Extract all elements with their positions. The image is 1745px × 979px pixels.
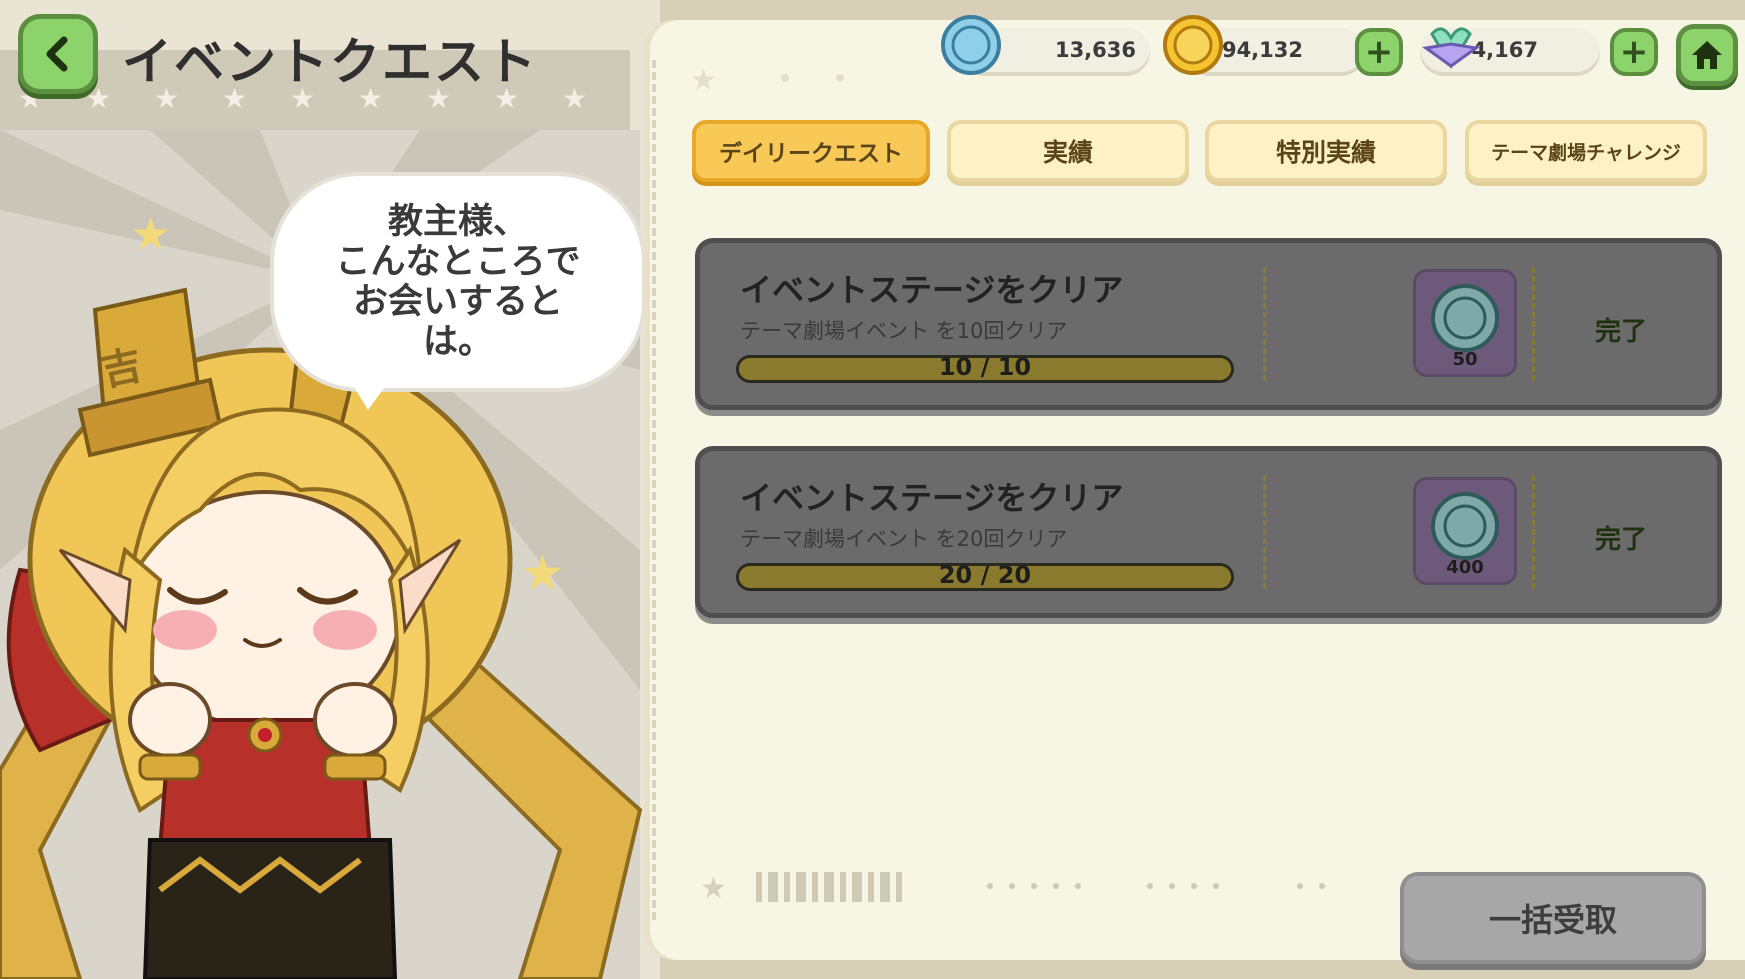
page-binding bbox=[652, 60, 662, 920]
reward-amount: 400 bbox=[1446, 557, 1484, 578]
speech-bubble-tail bbox=[350, 380, 390, 410]
chevron-left-icon bbox=[46, 36, 68, 72]
speech-text: 教主様、 こんなところで お会いすると は。 bbox=[335, 202, 581, 362]
quest-card: イベントステージをクリア テーマ劇場イベント を10回クリア 10 / 10 5… bbox=[695, 238, 1722, 410]
divider bbox=[1263, 475, 1266, 589]
quest-description: テーマ劇場イベント を10回クリア bbox=[740, 319, 1068, 343]
tea-coin-icon bbox=[1431, 492, 1499, 560]
character-panel: ★★ ★★ ★★ ★★ ★ ★ ★ ★ bbox=[0, 0, 660, 979]
currency-value: 13,636 bbox=[1054, 38, 1136, 62]
back-button[interactable] bbox=[18, 14, 98, 94]
quest-card: イベントステージをクリア テーマ劇場イベント を20回クリア 20 / 20 4… bbox=[695, 446, 1722, 618]
svg-text:★: ★ bbox=[700, 871, 727, 906]
quest-progress-text: 20 / 20 bbox=[938, 561, 1032, 589]
claim-all-button[interactable]: 一括受取 bbox=[1400, 872, 1706, 964]
divider bbox=[1532, 267, 1535, 381]
add-gem-button[interactable]: + bbox=[1610, 28, 1658, 76]
reward-item: 400 bbox=[1413, 477, 1517, 585]
tea-coin-icon bbox=[941, 15, 1001, 75]
tab-achievements[interactable]: 実績 bbox=[947, 120, 1189, 182]
tab-daily-quest[interactable]: デイリークエスト bbox=[692, 120, 930, 182]
game-screen: ★★ ★★ ★★ ★★ ★ ★ ★ ★ bbox=[0, 0, 1745, 979]
quest-description: テーマ劇場イベント を20回クリア bbox=[740, 527, 1068, 551]
divider bbox=[1263, 267, 1266, 381]
add-gold-button[interactable]: + bbox=[1355, 28, 1403, 76]
tab-special-achievements[interactable]: 特別実績 bbox=[1205, 120, 1447, 182]
page-title: イベントクエスト bbox=[122, 33, 538, 91]
quest-status: 完了 bbox=[1595, 317, 1648, 347]
quest-progress-text: 10 / 10 bbox=[938, 353, 1032, 381]
home-button[interactable] bbox=[1676, 24, 1738, 86]
plus-icon: + bbox=[1619, 32, 1649, 72]
flower-gem-icon bbox=[1422, 27, 1480, 69]
svg-text:★: ★ bbox=[562, 82, 587, 115]
home-icon bbox=[1692, 41, 1722, 69]
speech-bubble: 教主様、 こんなところで お会いすると は。 bbox=[270, 172, 646, 392]
divider bbox=[1532, 475, 1535, 589]
svg-text:★: ★ bbox=[690, 63, 717, 98]
reward-amount: 50 bbox=[1452, 349, 1478, 370]
tab-theater-challenge[interactable]: テーマ劇場チャレンジ bbox=[1465, 120, 1707, 182]
footer-decoration: ★ bbox=[700, 871, 1325, 906]
tea-coin-icon bbox=[1431, 284, 1499, 352]
corner-decoration: ★ bbox=[690, 63, 844, 98]
quest-title: イベントステージをクリア bbox=[740, 479, 1124, 517]
quest-title: イベントステージをクリア bbox=[740, 271, 1124, 309]
gold-coin-icon bbox=[1163, 15, 1223, 75]
plus-icon: + bbox=[1364, 32, 1394, 72]
reward-item: 50 bbox=[1413, 269, 1517, 377]
quest-status: 完了 bbox=[1595, 525, 1648, 555]
